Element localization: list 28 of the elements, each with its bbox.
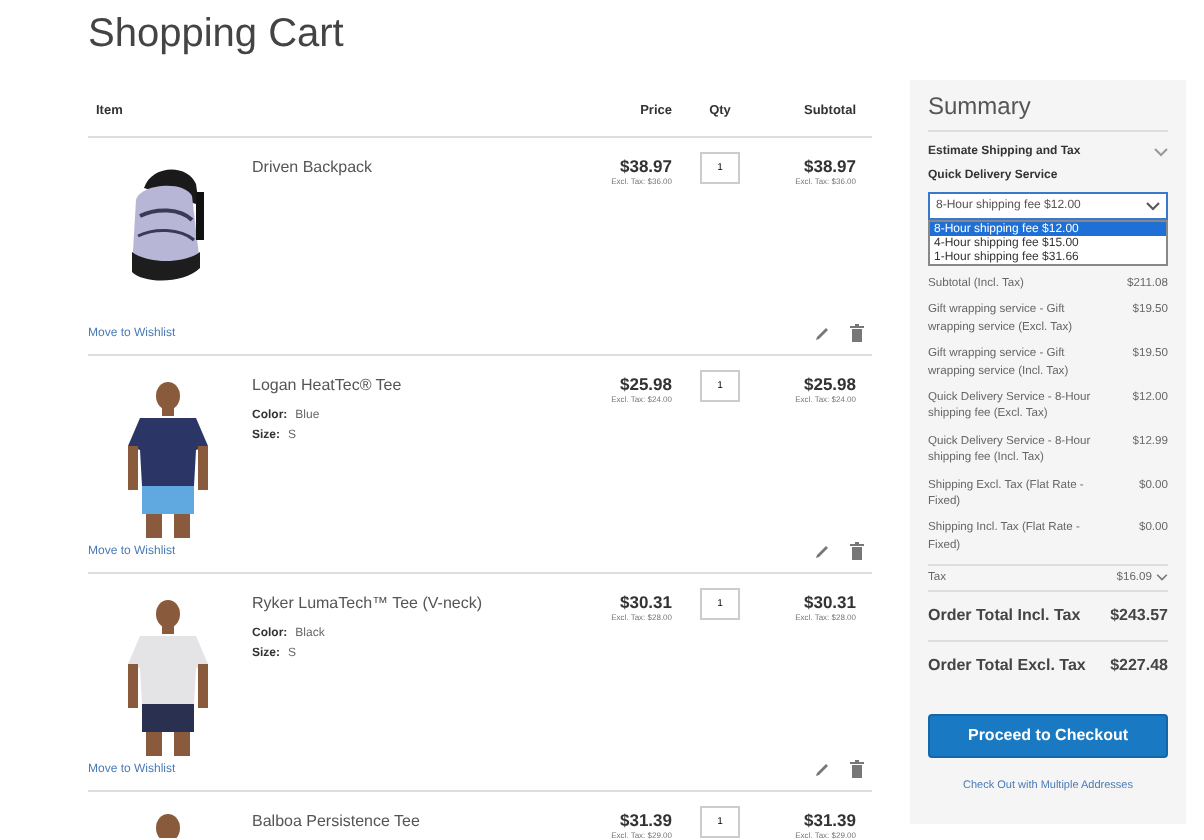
order-total-label: Order Total Incl. Tax (928, 604, 1081, 629)
price: $31.39 (618, 810, 672, 830)
edit-icon[interactable] (814, 543, 830, 559)
product-name[interactable]: Driven Backpack (252, 158, 560, 176)
edit-icon[interactable] (814, 761, 830, 777)
checkout-button[interactable]: Proceed to Checkout (928, 713, 1168, 758)
product-name[interactable]: Logan HeatTec® Tee (252, 376, 560, 394)
chevron-icon[interactable] (1154, 147, 1168, 157)
product-name[interactable]: Ryker LumaTech™ Tee (V-neck) (252, 594, 560, 612)
subtotal: $25.98 (802, 374, 856, 394)
order-total-amount: $243.57 (1110, 604, 1168, 629)
order-total-amount: $227.48 (1110, 654, 1168, 678)
chevron-icon[interactable] (1156, 574, 1168, 583)
summary-title: Summary (928, 92, 1168, 132)
caret-icon (1146, 201, 1160, 211)
price: $25.98 (618, 374, 672, 394)
order-total-label: Order Total Excl. Tax (928, 654, 1086, 678)
subtotal: $31.39 (802, 810, 856, 830)
price: $30.31 (618, 592, 672, 612)
delete-icon[interactable] (850, 760, 864, 778)
price: $38.97 (618, 156, 672, 176)
delete-icon[interactable] (850, 542, 864, 560)
subtotal: $38.97 (802, 156, 856, 176)
product-name[interactable]: Balboa Persistence Tee (252, 812, 560, 830)
edit-icon[interactable] (814, 325, 830, 341)
subtotal: $30.31 (802, 592, 856, 612)
delete-icon[interactable] (850, 324, 864, 342)
page-title: Shopping Cart (86, 10, 346, 60)
